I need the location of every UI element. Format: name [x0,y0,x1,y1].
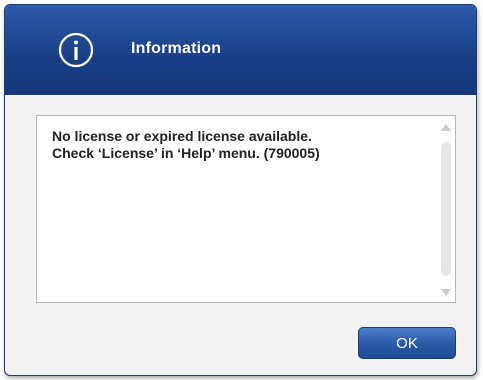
info-icon [58,32,94,68]
information-dialog: Information No license or expired licens… [4,4,477,376]
ok-button[interactable]: OK [358,327,456,359]
message-area: No license or expired license available.… [36,115,456,303]
scroll-thumb[interactable] [441,142,451,276]
message-text: No license or expired license available.… [52,128,422,162]
scroll-up-arrow-icon[interactable] [441,124,451,131]
scroll-down-arrow-icon[interactable] [441,289,451,296]
message-line-2: Check ‘License’ in ‘Help’ menu. (790005) [52,145,320,161]
dialog-header: Information [5,5,476,95]
message-line-1: No license or expired license available. [52,128,312,144]
dialog-title: Information [131,40,222,57]
message-scrollbar[interactable] [441,122,451,296]
